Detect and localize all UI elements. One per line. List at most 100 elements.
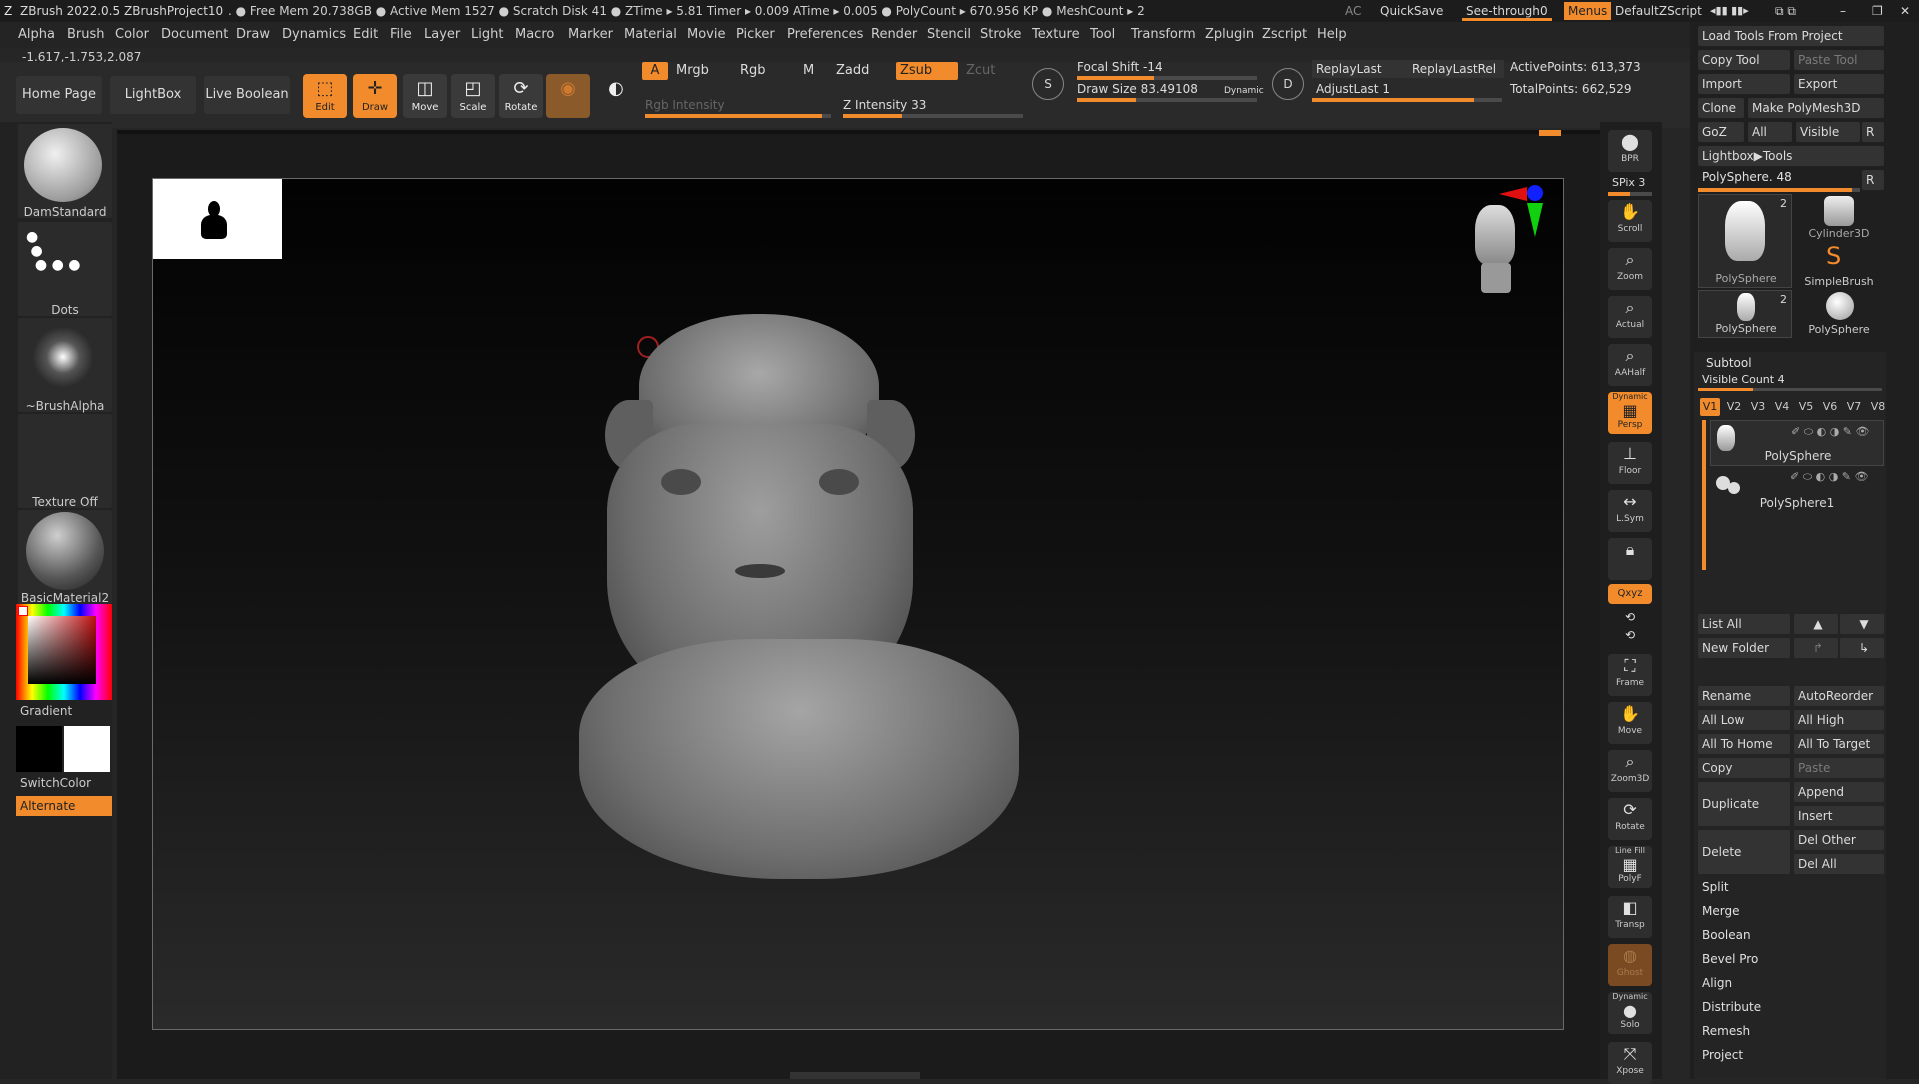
current-tool-slider[interactable]	[1698, 188, 1860, 192]
edit-button[interactable]: ⬚ Edit	[303, 74, 347, 118]
transp-button[interactable]: ◧ Transp	[1608, 896, 1652, 938]
brush-selector[interactable]: DamStandard	[18, 124, 112, 219]
boolean-section[interactable]: Boolean	[1702, 928, 1751, 942]
menu-preferences[interactable]: Preferences	[787, 22, 863, 48]
visible-count-slider[interactable]	[1698, 388, 1882, 391]
subtool-scrollbar[interactable]	[1702, 420, 1706, 570]
xyz-button[interactable]: Qxyz	[1608, 584, 1652, 604]
menu-movie[interactable]: Movie	[687, 22, 725, 48]
solo-button[interactable]: Dynamic ● Solo	[1608, 992, 1652, 1034]
project-section[interactable]: Project	[1702, 1048, 1743, 1062]
zadd-toggle[interactable]: Zadd	[836, 62, 869, 80]
del-other-button[interactable]: Del Other	[1794, 830, 1884, 850]
live-boolean-button[interactable]: Live Boolean	[204, 76, 290, 114]
rename-button[interactable]: Rename	[1698, 686, 1790, 706]
restore-icon[interactable]: ❐	[1872, 0, 1883, 22]
list-all-button[interactable]: List All	[1698, 614, 1790, 634]
3d-viewport[interactable]	[152, 178, 1564, 1030]
scale-button[interactable]: ◰ Scale	[451, 74, 495, 118]
subtool-visibility-icons[interactable]: ✐ ⬭ ◐ ◑ ✎ 👁︎	[1790, 470, 1868, 484]
polyf-button[interactable]: Line Fill ▦ PolyF	[1608, 846, 1652, 888]
tool-slot-simplebrush[interactable]: S SimpleBrush	[1794, 242, 1884, 288]
stroke-selector[interactable]: ● ● ● ● ● Dots	[18, 222, 112, 317]
menu-texture[interactable]: Texture	[1032, 22, 1080, 48]
move-button[interactable]: ◫ Move	[403, 74, 447, 118]
menu-material[interactable]: Material	[624, 22, 677, 48]
menu-tool[interactable]: Tool	[1090, 22, 1115, 48]
home-page-button[interactable]: Home Page	[16, 76, 102, 114]
gradient-label[interactable]: Gradient	[20, 704, 72, 718]
paste-subtool-button[interactable]: Paste	[1794, 758, 1884, 778]
folder-into-icon[interactable]: ↳	[1840, 638, 1884, 658]
tool-slot-polysphere-2[interactable]: 2 PolySphere	[1698, 290, 1792, 338]
zoom-button[interactable]: ⌕ Zoom	[1608, 248, 1652, 290]
menu-document[interactable]: Document	[161, 22, 228, 48]
actual-button[interactable]: ⌕ Actual	[1608, 296, 1652, 338]
clone-button[interactable]: Clone	[1698, 98, 1744, 118]
lock-button[interactable]: 🔒︎	[1608, 538, 1652, 580]
goz-visible-button[interactable]: Visible	[1796, 122, 1860, 142]
all-high-button[interactable]: All High	[1794, 710, 1884, 730]
primary-color-swatch[interactable]	[16, 726, 62, 772]
duplicate-button[interactable]: Duplicate	[1698, 782, 1790, 826]
menu-zplugin[interactable]: Zplugin	[1205, 22, 1254, 48]
new-folder-button[interactable]: New Folder	[1698, 638, 1790, 658]
window-icons[interactable]: ⧉ ⧉	[1775, 0, 1796, 22]
insert-button[interactable]: Insert	[1794, 806, 1884, 826]
aahalf-button[interactable]: ⌕ AAHalf	[1608, 344, 1652, 386]
menu-alpha[interactable]: Alpha	[18, 22, 55, 48]
secondary-color-swatch[interactable]	[64, 726, 110, 772]
tab-v2[interactable]: V2	[1724, 398, 1744, 416]
export-button[interactable]: Export	[1794, 74, 1884, 94]
menu-zscript[interactable]: Zscript	[1262, 22, 1307, 48]
menu-transform[interactable]: Transform	[1131, 22, 1196, 48]
minimize-icon[interactable]: –	[1840, 0, 1846, 22]
bevel-pro-section[interactable]: Bevel Pro	[1702, 952, 1758, 966]
rotate-view-button[interactable]: ⟳ Rotate	[1608, 798, 1652, 840]
rgb-toggle[interactable]: Rgb	[740, 62, 766, 80]
subtool-visibility-icons[interactable]: ✐ ⬭ ◐ ◑ ✎ 👁︎	[1791, 425, 1869, 439]
menu-file[interactable]: File	[390, 22, 412, 48]
draw-button[interactable]: ✛ Draw	[353, 74, 397, 118]
tab-v7[interactable]: V7	[1844, 398, 1864, 416]
load-tools-button[interactable]: Load Tools From Project	[1698, 26, 1884, 46]
dynamic-toggle[interactable]: Dynamic	[1224, 86, 1264, 96]
copy-subtool-button[interactable]: Copy	[1698, 758, 1790, 778]
lightbox-tools-button[interactable]: Lightbox▶Tools	[1698, 146, 1884, 166]
menus-toggle[interactable]: Menus	[1564, 2, 1612, 20]
menu-marker[interactable]: Marker	[568, 22, 613, 48]
all-low-button[interactable]: All Low	[1698, 710, 1790, 730]
menu-macro[interactable]: Macro	[515, 22, 554, 48]
tab-v1[interactable]: V1	[1700, 398, 1720, 416]
replay-last-rel-button[interactable]: ReplayLastRel	[1408, 60, 1504, 78]
subtool-item-polysphere1[interactable]: ✐ ⬭ ◐ ◑ ✎ 👁︎ PolySphere1	[1710, 468, 1884, 514]
import-button[interactable]: Import	[1698, 74, 1790, 94]
xpose-button[interactable]: ⤧ Xpose	[1608, 1042, 1652, 1084]
goz-r-button[interactable]: R	[1862, 122, 1884, 142]
merge-section[interactable]: Merge	[1702, 904, 1739, 918]
tool-slot-polysphere[interactable]: 2 PolySphere	[1698, 194, 1792, 288]
scroll-button[interactable]: ✋ Scroll	[1608, 200, 1652, 242]
material-sphere-button[interactable]: ◉	[546, 74, 590, 118]
rgb-intensity-slider[interactable]	[645, 114, 831, 118]
menu-help[interactable]: Help	[1317, 22, 1347, 48]
menu-light[interactable]: Light	[471, 22, 503, 48]
menu-picker[interactable]: Picker	[736, 22, 775, 48]
remesh-section[interactable]: Remesh	[1702, 1024, 1750, 1038]
tool-r-button[interactable]: R	[1862, 170, 1884, 190]
alternate-toggle[interactable]: Alternate	[16, 796, 112, 816]
distribute-section[interactable]: Distribute	[1702, 1000, 1761, 1014]
switchcolor-button[interactable]: SwitchColor	[20, 776, 91, 790]
draw-size-slider[interactable]	[1077, 98, 1257, 102]
mrgb-toggle[interactable]: Mrgb	[676, 62, 709, 80]
subtool-header[interactable]: Subtool	[1706, 356, 1752, 370]
alpha-selector[interactable]: ~BrushAlpha	[18, 318, 112, 413]
material-selector[interactable]: BasicMaterial2	[18, 510, 112, 605]
all-to-home-button[interactable]: All To Home	[1698, 734, 1790, 754]
menu-render[interactable]: Render	[871, 22, 917, 48]
folder-move-icon[interactable]: ↱	[1794, 638, 1838, 658]
navigation-head-icon[interactable]	[1469, 201, 1519, 301]
copy-tool-button[interactable]: Copy Tool	[1698, 50, 1790, 70]
menu-edit[interactable]: Edit	[353, 22, 378, 48]
ghost-button[interactable]: ◍ Ghost	[1608, 944, 1652, 986]
